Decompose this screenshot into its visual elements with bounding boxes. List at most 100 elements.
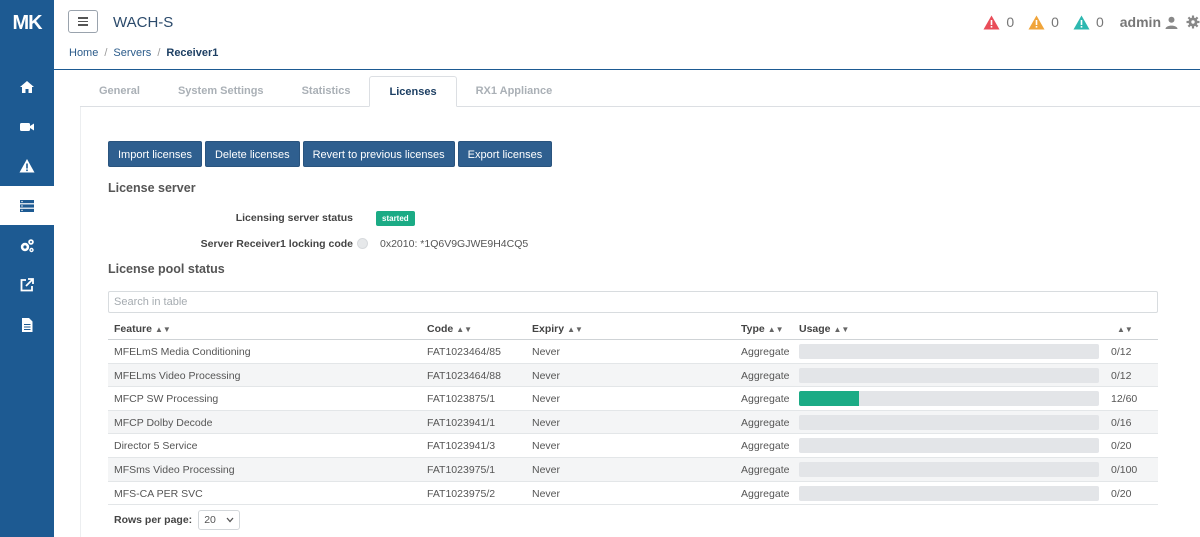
- usage-bar-fill: [799, 391, 859, 407]
- tab-general[interactable]: General: [80, 76, 159, 107]
- cell-feature: MFSms Video Processing: [114, 463, 235, 476]
- alert-major[interactable]: 0: [1028, 14, 1059, 30]
- import-licenses-button[interactable]: Import licenses: [108, 141, 202, 167]
- cell-expiry: Never: [532, 393, 561, 406]
- sidebar-item-alarms[interactable]: [0, 146, 54, 185]
- column-expiry[interactable]: Expiry ▲▼: [532, 323, 583, 335]
- home-icon: [20, 80, 34, 93]
- warning-teal-icon: [1073, 15, 1090, 29]
- tab-bar: General System Settings Statistics Licen…: [80, 76, 571, 107]
- sort-icon: ▲▼: [567, 325, 583, 334]
- column-usage-count[interactable]: ▲▼: [1114, 323, 1133, 335]
- app-title: WACH-S: [113, 14, 174, 31]
- license-actions: Import licenses Delete licenses Revert t…: [108, 141, 553, 167]
- sidebar-item-external[interactable]: [0, 265, 54, 304]
- usage-bar: [799, 344, 1099, 359]
- cell-type: Aggregate: [741, 416, 790, 429]
- gears-icon: [20, 238, 34, 252]
- sidebar: MK: [0, 0, 54, 537]
- table-row[interactable]: Director 5 Service FAT1023941/3 Never Ag…: [108, 434, 1158, 458]
- breadcrumb-servers[interactable]: Servers: [113, 47, 151, 59]
- warning-icon: [19, 158, 35, 172]
- usage-bar: [799, 438, 1099, 454]
- column-expiry-label: Expiry: [532, 323, 565, 335]
- cell-expiry: Never: [532, 440, 561, 453]
- column-code-label: Code: [427, 323, 454, 335]
- cell-feature: MFCP SW Processing: [114, 393, 219, 406]
- column-code[interactable]: Code ▲▼: [427, 323, 472, 335]
- cell-type: Aggregate: [741, 346, 790, 358]
- cell-feature: MFCP Dolby Decode: [114, 416, 213, 429]
- info-icon[interactable]: [357, 238, 368, 249]
- menu-toggle-button[interactable]: [68, 10, 98, 33]
- sidebar-item-video[interactable]: [0, 107, 54, 146]
- cell-usage: 0/12: [1111, 346, 1132, 358]
- hamburger-line: [78, 24, 88, 26]
- tab-rx1-appliance[interactable]: RX1 Appliance: [457, 76, 572, 107]
- cell-code: FAT1023975/2: [427, 487, 496, 500]
- document-icon: [22, 317, 33, 332]
- gear-icon[interactable]: [1186, 15, 1200, 29]
- revert-licenses-button[interactable]: Revert to previous licenses: [302, 141, 455, 167]
- alert-critical[interactable]: 0: [983, 14, 1014, 30]
- alert-major-count: 0: [1051, 14, 1059, 30]
- licensing-status-label: Licensing server status: [235, 212, 353, 224]
- warning-orange-icon: [1028, 15, 1045, 29]
- table-row[interactable]: MFCP Dolby Decode FAT1023941/1 Never Agg…: [108, 410, 1158, 435]
- sidebar-item-servers[interactable]: [0, 186, 54, 225]
- license-pool-table: Feature ▲▼ Code ▲▼ Expiry ▲▼ Type ▲▼ Usage ▲▼…: [108, 317, 1158, 506]
- breadcrumb-current: Receiver1: [166, 47, 219, 59]
- cell-usage: 0/16: [1111, 416, 1132, 429]
- hamburger-icon: [78, 17, 88, 19]
- column-feature-label: Feature: [114, 323, 152, 335]
- cell-type: Aggregate: [741, 369, 790, 382]
- header: WACH-S Home / Servers / Receiver1 0 0 0 …: [54, 0, 1200, 70]
- chevron-down-icon: [226, 517, 234, 523]
- cell-expiry: Never: [532, 346, 561, 358]
- usage-bar: [799, 414, 1099, 430]
- table-row[interactable]: MFELms Video Processing FAT1023464/88 Ne…: [108, 363, 1158, 388]
- breadcrumb-separator: /: [157, 47, 161, 59]
- sidebar-item-documents[interactable]: [0, 305, 54, 344]
- hamburger-line: [78, 20, 88, 23]
- cell-feature: Director 5 Service: [114, 440, 198, 453]
- warning-red-icon: [983, 15, 1000, 29]
- table-row[interactable]: MFS-CA PER SVC FAT1023975/2 Never Aggreg…: [108, 482, 1158, 506]
- status-bar: 0 0 0 admin: [983, 14, 1200, 30]
- cell-usage: 0/20: [1111, 487, 1132, 500]
- rows-per-page-select[interactable]: 20: [198, 510, 241, 530]
- tab-statistics[interactable]: Statistics: [283, 76, 370, 107]
- cell-expiry: Never: [532, 369, 561, 382]
- export-licenses-button[interactable]: Export licenses: [457, 141, 553, 167]
- cell-usage: 0/12: [1111, 369, 1132, 382]
- table-search-input[interactable]: [108, 291, 1158, 313]
- rows-per-page-label: Rows per page:: [114, 514, 193, 526]
- logo[interactable]: MK: [0, 0, 54, 46]
- cell-code: FAT1023464/85: [427, 346, 501, 358]
- table-row[interactable]: MFSms Video Processing FAT1023975/1 Neve…: [108, 457, 1158, 482]
- sort-icon: ▲▼: [154, 325, 171, 334]
- cell-type: Aggregate: [741, 440, 790, 453]
- cell-type: Aggregate: [741, 463, 790, 476]
- breadcrumb-home[interactable]: Home: [69, 47, 98, 59]
- locking-code-value: 0x2010: *1Q6V9GJWE9H4CQ5: [380, 238, 529, 250]
- column-feature[interactable]: Feature ▲▼: [114, 323, 171, 335]
- cell-code: FAT1023464/88: [427, 369, 501, 382]
- tab-licenses[interactable]: Licenses: [369, 76, 457, 107]
- user-menu[interactable]: admin: [1120, 14, 1178, 30]
- license-pool-title: License pool status: [108, 262, 225, 276]
- sidebar-item-home[interactable]: [0, 67, 54, 106]
- column-usage[interactable]: Usage ▲▼: [799, 323, 849, 335]
- column-type[interactable]: Type ▲▼: [741, 323, 784, 335]
- cell-feature: MFELms Video Processing: [114, 369, 241, 382]
- tab-system-settings[interactable]: System Settings: [159, 76, 283, 107]
- usage-bar: [799, 461, 1099, 477]
- sidebar-item-settings[interactable]: [0, 226, 54, 265]
- table-row[interactable]: MFCP SW Processing FAT1023875/1 Never Ag…: [108, 387, 1158, 411]
- alert-minor[interactable]: 0: [1073, 14, 1104, 30]
- cell-usage: 12/60: [1111, 393, 1138, 406]
- cell-type: Aggregate: [741, 393, 790, 406]
- breadcrumb-separator: /: [104, 47, 108, 59]
- table-row[interactable]: MFELmS Media Conditioning FAT1023464/85 …: [108, 340, 1158, 364]
- delete-licenses-button[interactable]: Delete licenses: [204, 141, 300, 167]
